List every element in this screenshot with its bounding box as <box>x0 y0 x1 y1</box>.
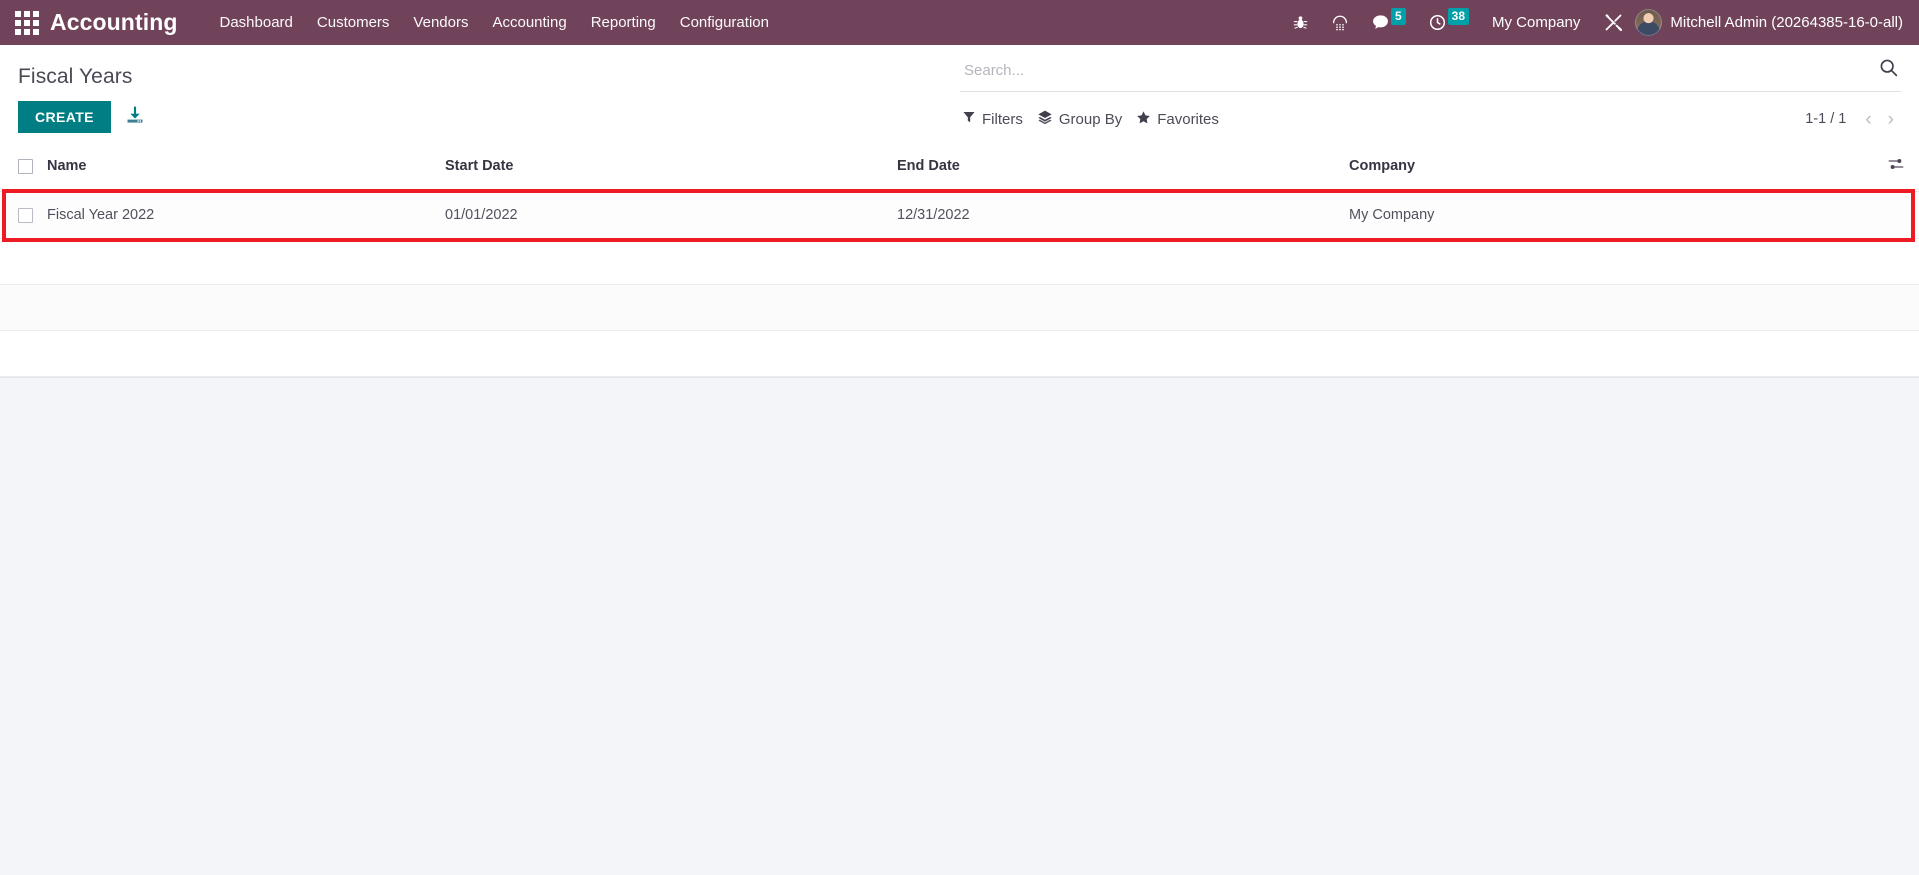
clock-icon <box>1428 13 1447 32</box>
top-navbar: Accounting Dashboard Customers Vendors A… <box>0 0 1919 45</box>
optional-columns-toggle[interactable] <box>1877 155 1915 177</box>
select-all-checkbox[interactable] <box>18 158 33 174</box>
menu-customers[interactable]: Customers <box>305 8 402 37</box>
sliders-icon <box>1887 155 1905 177</box>
activities-count-badge: 38 <box>1447 8 1470 25</box>
search-button[interactable] <box>1870 57 1899 83</box>
settings-tools-button[interactable] <box>1592 0 1635 45</box>
cell-end-date[interactable]: 12/31/2022 <box>893 191 1345 239</box>
control-panel: Fiscal Years CREATE Search... Filters Gr… <box>0 45 1919 143</box>
search-options-row: Filters Group By Favorites 1-1 / 1 ‹ › <box>960 94 1901 131</box>
star-icon <box>1136 110 1151 129</box>
app-brand-accounting[interactable]: Accounting <box>50 9 178 36</box>
aggregate-cell <box>0 284 1919 331</box>
chevron-right-icon[interactable]: › <box>1881 108 1901 131</box>
activities-button[interactable]: 38 <box>1417 0 1480 45</box>
search-bar[interactable] <box>960 57 1901 92</box>
cell-spacer <box>1873 191 1919 239</box>
control-panel-right: Filters Group By <box>960 45 1919 143</box>
pager: 1-1 / 1 ‹ › <box>1805 108 1901 131</box>
app-root: Accounting Dashboard Customers Vendors A… <box>0 0 1919 875</box>
filters-dropdown[interactable]: Filters <box>960 108 1034 130</box>
table-body: Fiscal Year 2022 01/01/2022 12/31/2022 M… <box>0 191 1919 377</box>
optional-columns-header <box>1873 143 1919 192</box>
control-panel-left: Fiscal Years CREATE <box>0 45 960 143</box>
empty-cell <box>0 238 1919 285</box>
fiscal-years-table: Name Start Date End Date Company Fiscal … <box>0 143 1919 377</box>
menu-accounting[interactable]: Accounting <box>480 8 578 37</box>
chat-bubble-icon <box>1371 13 1390 32</box>
search-icon <box>1878 57 1899 83</box>
cell-company[interactable]: My Company <box>1345 191 1873 239</box>
avatar[interactable] <box>1635 9 1663 36</box>
import-records-button[interactable] <box>119 103 151 132</box>
table-header-row: Name Start Date End Date Company <box>0 143 1919 192</box>
apps-grid-icon[interactable] <box>14 10 40 36</box>
systray: 5 38 My Company Mitchell Admin (20264385… <box>1281 0 1907 45</box>
column-header-name[interactable]: Name <box>43 143 441 192</box>
list-view: Name Start Date End Date Company Fiscal … <box>0 143 1919 377</box>
company-switcher[interactable]: My Company <box>1480 14 1592 31</box>
select-all-header <box>0 143 43 192</box>
empty-cell <box>0 330 1919 377</box>
menu-reporting[interactable]: Reporting <box>579 8 668 37</box>
voip-phone-button[interactable] <box>1320 0 1360 45</box>
user-menu[interactable]: Mitchell Admin (20264385-16-0-all) <box>1670 14 1907 31</box>
empty-row <box>0 330 1919 377</box>
menu-configuration[interactable]: Configuration <box>668 8 781 37</box>
row-checkbox[interactable] <box>18 207 33 223</box>
empty-row <box>0 238 1919 285</box>
menu-dashboard[interactable]: Dashboard <box>208 8 305 37</box>
group-by-dropdown[interactable]: Group By <box>1034 107 1133 131</box>
filters-label: Filters <box>982 110 1023 128</box>
phone-keypad-icon <box>1331 14 1349 32</box>
page-title: Fiscal Years <box>18 65 133 88</box>
favorites-label: Favorites <box>1157 110 1219 128</box>
create-button[interactable]: CREATE <box>18 101 111 133</box>
column-header-start-date[interactable]: Start Date <box>441 143 893 192</box>
content-sheet: Fiscal Years CREATE Search... Filters Gr… <box>0 45 1919 378</box>
column-header-end-date[interactable]: End Date <box>893 143 1345 192</box>
debug-menu-button[interactable] <box>1281 0 1320 45</box>
favorites-dropdown[interactable]: Favorites <box>1133 108 1230 131</box>
group-by-label: Group By <box>1058 110 1123 128</box>
import-download-icon <box>125 105 145 130</box>
table-row[interactable]: Fiscal Year 2022 01/01/2022 12/31/2022 M… <box>0 191 1919 239</box>
layers-icon <box>1037 109 1053 129</box>
pager-value: 1-1 / 1 <box>1805 111 1847 127</box>
row-select-cell <box>0 191 43 239</box>
page-background <box>0 378 1919 875</box>
table-header: Name Start Date End Date Company <box>0 143 1919 192</box>
messages-count-badge: 5 <box>1390 8 1406 25</box>
search-input[interactable] <box>962 59 1870 81</box>
messages-button[interactable]: 5 <box>1360 0 1417 45</box>
cell-name[interactable]: Fiscal Year 2022 <box>43 191 441 239</box>
chevron-left-icon[interactable]: ‹ <box>1858 108 1878 131</box>
control-panel-buttons: CREATE <box>18 101 960 133</box>
cell-start-date[interactable]: 01/01/2022 <box>441 191 893 239</box>
aggregate-row <box>0 284 1919 331</box>
bug-icon <box>1292 14 1309 31</box>
wrench-screwdriver-icon <box>1603 12 1624 33</box>
column-header-company[interactable]: Company <box>1345 143 1873 192</box>
funnel-icon <box>962 110 976 128</box>
menu-vendors[interactable]: Vendors <box>401 8 480 37</box>
